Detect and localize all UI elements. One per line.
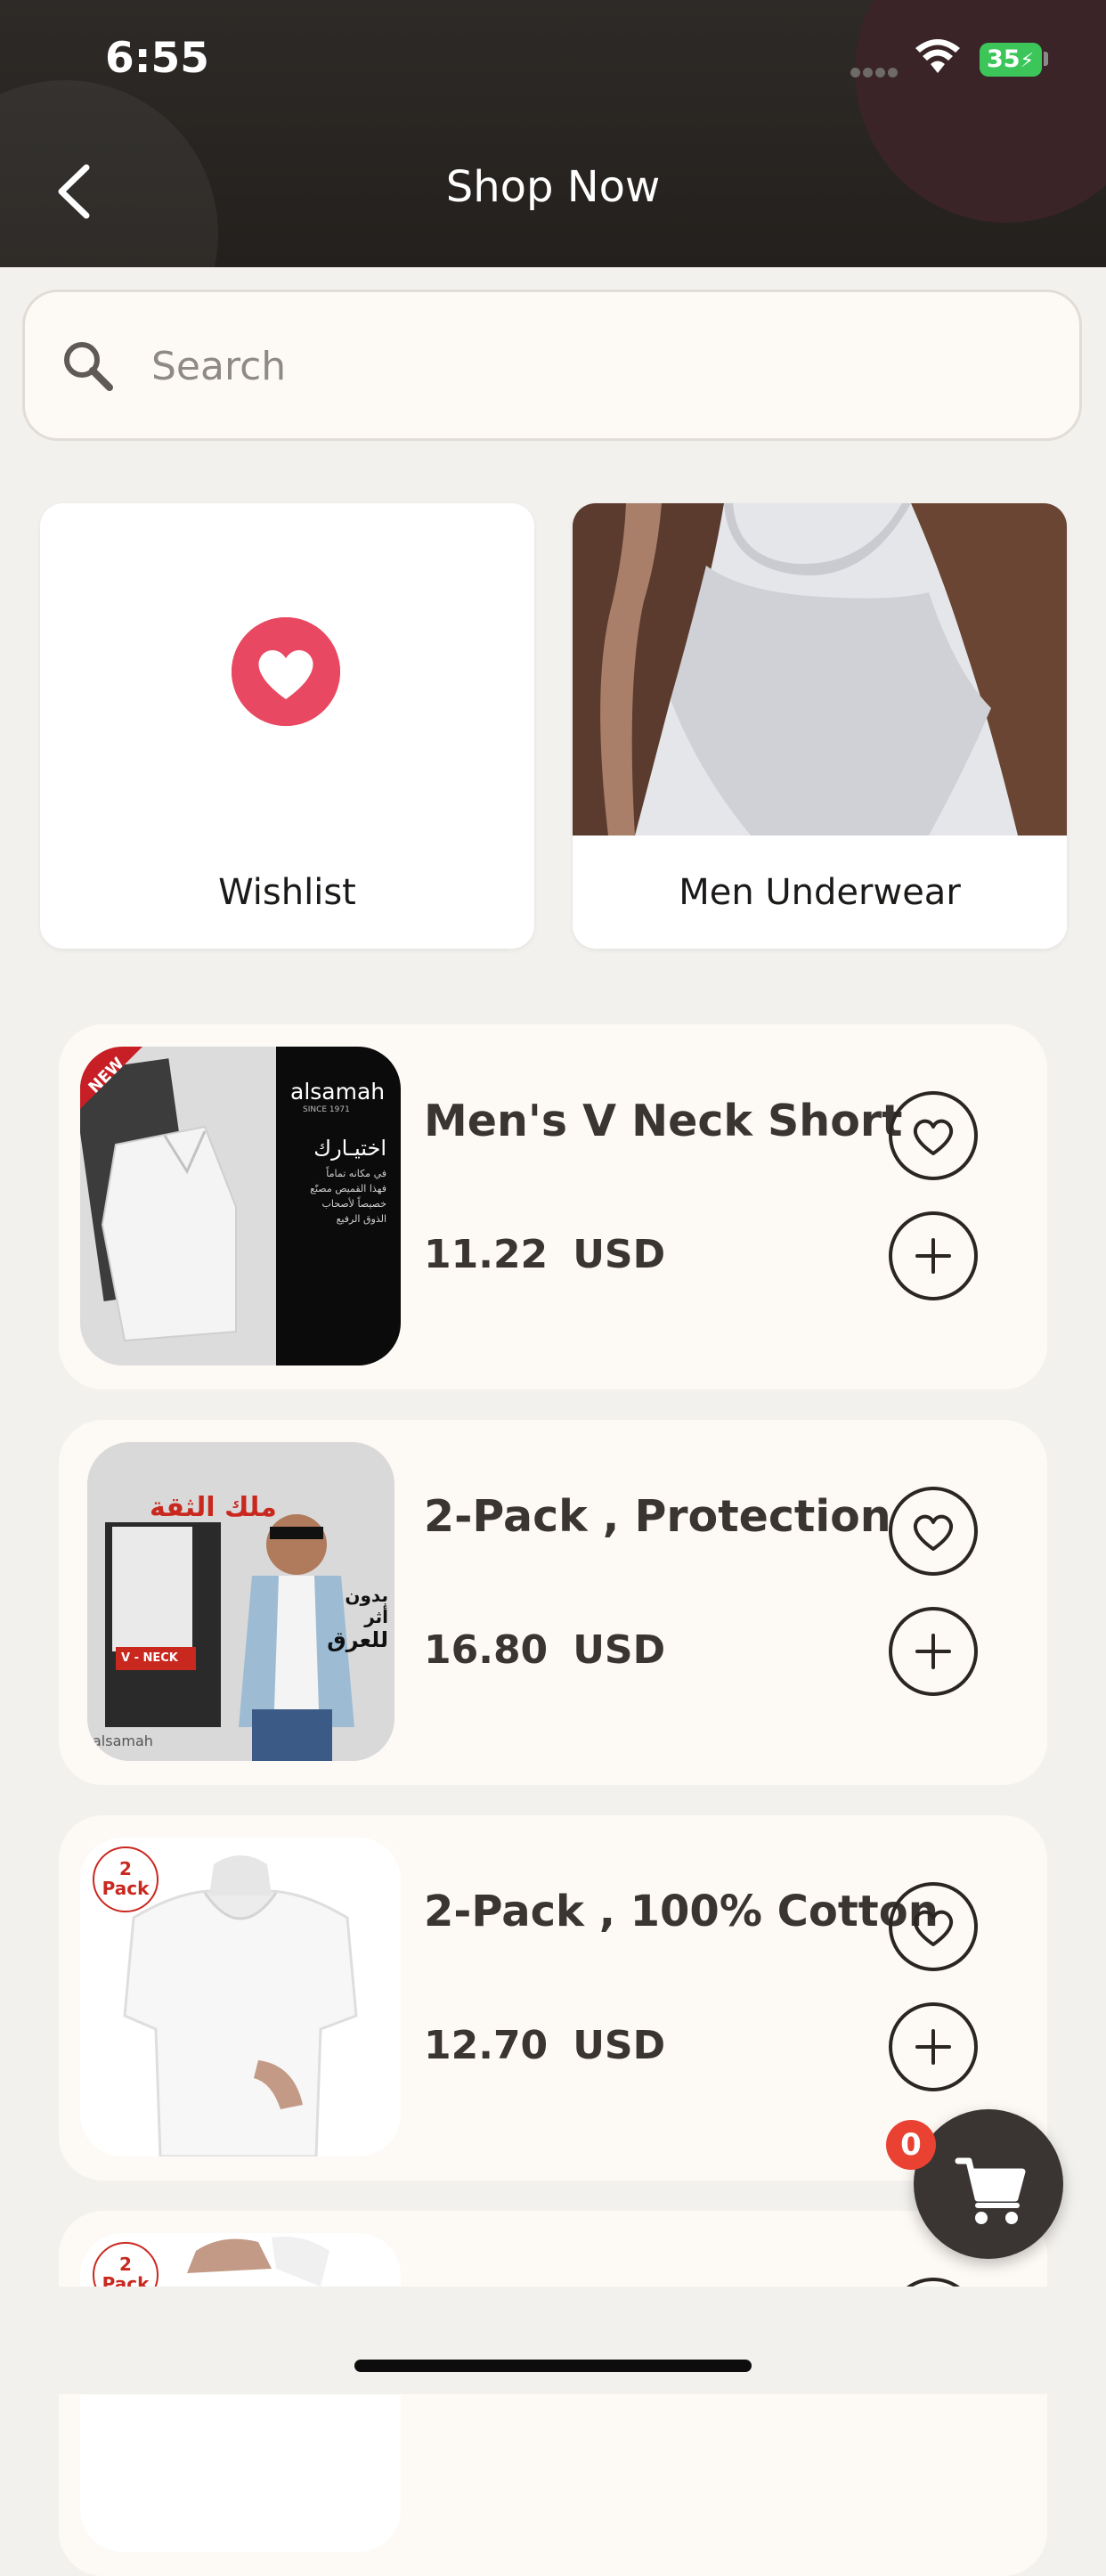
status-time: 6:55 — [105, 34, 209, 83]
product-card[interactable]: NEW alsamah SINCE 1971 اختيـارك في مكانه… — [59, 1024, 1047, 1390]
cellular-signal-icon — [850, 64, 902, 77]
quote-line: فهذا القميص مصنّع — [310, 1183, 386, 1194]
wishlist-button[interactable] — [889, 1882, 978, 1971]
add-to-cart-button[interactable] — [889, 2002, 978, 2091]
pack-count: 2 — [119, 2254, 132, 2275]
price-value: 16.80 — [424, 1627, 549, 1673]
cart-icon — [955, 2157, 1026, 2224]
product-price: 16.80 USD — [424, 1627, 665, 1673]
add-to-cart-button[interactable] — [889, 1607, 978, 1696]
brand-since-text: SINCE 1971 — [303, 1105, 350, 1114]
heart-outline-icon — [913, 1119, 954, 1155]
product-image: ملك الثقة V - NECK بدون أثر للعرق alsama… — [87, 1442, 394, 1761]
cart-button[interactable] — [914, 2109, 1063, 2259]
product-image: 2 Pack — [80, 1838, 401, 2156]
wishlist-label: Wishlist — [218, 872, 356, 913]
quote-line: خصيصاً لأصحاب — [321, 1198, 386, 1210]
quote-line: في مكانه تماماً — [326, 1168, 386, 1179]
bottom-safe-area — [0, 2287, 1106, 2394]
plus-icon — [915, 2029, 951, 2065]
product-image: NEW alsamah SINCE 1971 اختيـارك في مكانه… — [80, 1047, 401, 1365]
side-text: أثر — [364, 1606, 388, 1627]
heart-outline-icon — [913, 1514, 954, 1551]
search-input[interactable] — [150, 328, 955, 404]
side-text: للعرق — [327, 1627, 388, 1652]
add-to-cart-button[interactable] — [889, 1211, 978, 1300]
heart-outline-icon — [913, 1910, 954, 1946]
price-value: 11.22 — [424, 1232, 549, 1277]
app-header: 6:55 35⚡ Shop Now — [0, 0, 1106, 267]
wishlist-button[interactable] — [889, 1487, 978, 1576]
men-underwear-tile[interactable]: Men Underwear — [573, 503, 1067, 949]
product-price: 11.22 USD — [424, 1232, 665, 1277]
plus-icon — [915, 1634, 951, 1669]
product-name: 2-Pack , Protection — [424, 1491, 891, 1542]
side-text: بدون — [345, 1585, 388, 1606]
men-underwear-label: Men Underwear — [679, 872, 961, 913]
battery-level: 35 — [987, 45, 1021, 73]
quote-line: الذوق الرفيع — [336, 1213, 386, 1225]
headline-text: ملك الثقة — [150, 1492, 277, 1523]
product-card[interactable]: ملك الثقة V - NECK بدون أثر للعرق alsama… — [59, 1420, 1047, 1785]
wifi-icon — [915, 39, 960, 73]
pack-label: Pack — [102, 1878, 150, 1899]
search-icon — [64, 342, 113, 391]
box-label: V - NECK — [121, 1651, 178, 1665]
pack-count: 2 — [119, 1858, 132, 1879]
price-value: 12.70 — [424, 2023, 549, 2068]
men-underwear-image — [573, 503, 1067, 836]
price-currency: USD — [573, 1232, 666, 1277]
battery-icon: 35⚡ — [980, 43, 1042, 77]
cart-count-badge: 0 — [886, 2120, 936, 2170]
product-name: 2-Pack , 100% Cotton — [424, 1887, 939, 1936]
page-title: Shop Now — [445, 162, 661, 212]
pack-badge: 2 Pack — [93, 1846, 159, 1912]
product-price: 12.70 USD — [424, 2023, 665, 2068]
wishlist-tile[interactable]: Wishlist — [40, 503, 534, 949]
brand-logo-text: alsamah — [290, 1079, 386, 1105]
brand-logo-text: alsamah — [93, 1732, 153, 1749]
heart-icon — [232, 617, 340, 726]
price-currency: USD — [573, 1627, 666, 1673]
wishlist-button[interactable] — [889, 1091, 978, 1180]
search-bar[interactable] — [22, 289, 1082, 441]
price-currency: USD — [573, 2023, 666, 2068]
plus-icon — [915, 1238, 951, 1274]
battery-cap — [1044, 52, 1048, 66]
product-name: Men's V Neck Short — [424, 1096, 903, 1146]
home-indicator[interactable] — [354, 2360, 752, 2372]
quote-title: اختيـارك — [313, 1136, 386, 1161]
